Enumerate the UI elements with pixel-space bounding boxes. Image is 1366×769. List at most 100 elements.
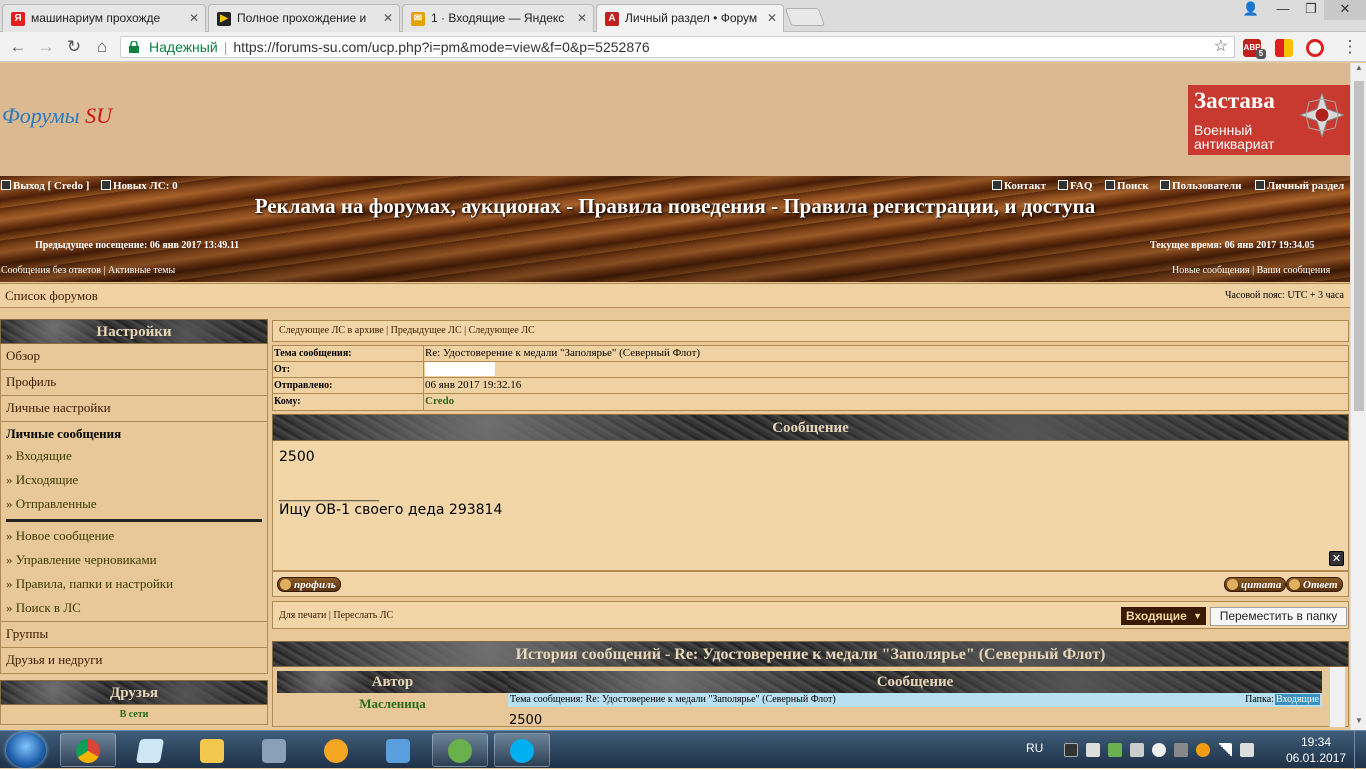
close-icon[interactable]: ✕	[383, 11, 393, 25]
close-icon[interactable]: ✕	[767, 11, 777, 25]
url-bar[interactable]: Надежный | https://forums-su.com/ucp.php?i…	[120, 36, 1235, 58]
lock-icon	[129, 41, 139, 53]
chrome-taskbar-button[interactable]	[60, 733, 116, 767]
reload-icon[interactable]: ↻	[64, 37, 84, 57]
friends-heading: Друзья	[0, 680, 268, 705]
pm-navigation[interactable]: Следующее ЛС в архиве | Предыдущее ЛС | …	[272, 320, 1349, 342]
sent-value: 06 янв 2017 19:32.16	[425, 379, 522, 391]
tray-expand-icon[interactable]	[1086, 743, 1100, 757]
menu-icon[interactable]: ⋮	[1340, 37, 1360, 57]
network-taskbar-button[interactable]	[246, 733, 302, 767]
skype-icon	[510, 739, 534, 763]
ad-line1: Военный	[1194, 122, 1253, 138]
start-button[interactable]	[6, 732, 46, 768]
page-scrollbar[interactable]: ▲ ▼	[1350, 63, 1366, 730]
new-tab-button[interactable]	[784, 8, 826, 26]
scroll-thumb[interactable]	[1354, 81, 1364, 411]
tab-3[interactable]: ✉ 1 · Входящие — Яндекс ✕	[402, 4, 594, 32]
tray-app-icon[interactable]	[1064, 743, 1078, 757]
breadcrumb[interactable]: Список форумов	[5, 288, 98, 304]
history-scrollbar[interactable]	[1329, 667, 1345, 727]
print-forward-links[interactable]: Для печати | Переслать ЛС	[279, 610, 393, 621]
target-extension-icon[interactable]	[1306, 39, 1324, 57]
members-link[interactable]: Пользователи	[1160, 180, 1241, 192]
tab-title: Полное прохождение и	[237, 11, 367, 25]
notepad-taskbar-button[interactable]	[122, 733, 178, 767]
table-row: От:	[273, 362, 1348, 378]
sidebar-item-profile[interactable]: Профиль	[0, 370, 268, 396]
home-icon[interactable]: ⌂	[92, 37, 112, 57]
user-icon[interactable]: 👤	[1236, 0, 1266, 20]
tray-cloud-icon[interactable]	[1152, 743, 1166, 757]
scroll-down-icon[interactable]: ▼	[1351, 716, 1366, 730]
clock[interactable]: 19:34 06.01.2017	[1286, 734, 1346, 766]
unanswered-active-links[interactable]: Сообщения без ответов | Активные темы	[1, 265, 175, 276]
recipient-link[interactable]: Credo	[425, 395, 454, 407]
new-own-posts-links[interactable]: Новые сообщения | Ваши сообщения	[1172, 265, 1330, 276]
friends-panel: Друзья В сети	[0, 680, 268, 725]
tray-utorrent-icon[interactable]	[1108, 743, 1122, 757]
ucp-link[interactable]: Личный раздел	[1255, 180, 1344, 192]
from-value[interactable]	[425, 362, 495, 376]
scroll-up-icon[interactable]: ▲	[1351, 63, 1366, 77]
sidebar-item-pm-search[interactable]: » Поиск в ЛС	[6, 597, 262, 621]
ad-line2: антиквариат	[1194, 136, 1275, 152]
mail-taskbar-button[interactable]	[308, 733, 364, 767]
tray-orange-icon[interactable]	[1196, 743, 1210, 757]
faq-link[interactable]: FAQ	[1058, 180, 1092, 192]
tab-1[interactable]: Я машинариум прохожде ✕	[2, 4, 206, 32]
minimize-icon[interactable]: —	[1268, 0, 1298, 20]
sidebar-item-sent[interactable]: » Отправленные	[6, 493, 262, 517]
logout-link[interactable]: Выход [ Credo ]	[1, 180, 89, 192]
restore-icon[interactable]: ❐	[1296, 0, 1326, 20]
last-visit: Предыдущее посещение: 06 янв 2017 13:49.…	[35, 240, 240, 251]
show-desktop-button[interactable]	[1354, 731, 1366, 769]
tab-4-active[interactable]: A Личный раздел • Форум ✕	[596, 4, 784, 33]
reply-button[interactable]: Ответ	[1286, 577, 1343, 592]
profile-button[interactable]: профиль	[277, 577, 341, 592]
signal-icon[interactable]	[1218, 743, 1232, 757]
tray-monitor-icon[interactable]	[1174, 743, 1188, 757]
header-title[interactable]: Реклама на форумах, аукционах - Правила …	[0, 194, 1350, 219]
tab-2[interactable]: ▶ Полное прохождение и ✕	[208, 4, 400, 32]
sidebar-pm-title[interactable]: Личные сообщения	[6, 425, 262, 445]
sidebar-item-overview[interactable]: Обзор	[0, 344, 268, 370]
quote-button[interactable]: цитата	[1224, 577, 1287, 592]
close-window-icon[interactable]: ✕	[1324, 0, 1366, 20]
sidebar-item-outbox[interactable]: » Исходящие	[6, 469, 262, 493]
back-icon[interactable]: ←	[8, 37, 28, 57]
sidebar-item-groups[interactable]: Группы	[0, 622, 268, 648]
timezone: Часовой пояс: UTC + 3 часа	[1225, 290, 1344, 301]
contact-link[interactable]: Контакт	[992, 180, 1046, 192]
delete-icon[interactable]: ✕	[1329, 551, 1344, 566]
quote-label: цитата	[1241, 579, 1282, 591]
sidebar-item-drafts[interactable]: » Управление черновиками	[6, 549, 262, 573]
sidebar-item-prefs[interactable]: Личные настройки	[0, 396, 268, 422]
sidebar-item-options[interactable]: » Правила, папки и настройки	[6, 573, 262, 597]
sidebar-item-compose[interactable]: » Новое сообщение	[6, 525, 262, 549]
close-icon[interactable]: ✕	[189, 11, 199, 25]
language-indicator[interactable]: RU	[1026, 741, 1043, 755]
tray-usb-icon[interactable]	[1130, 743, 1144, 757]
history-author[interactable]: Масленица	[277, 693, 508, 712]
utorrent-taskbar-button[interactable]	[432, 733, 488, 767]
volume-icon[interactable]	[1240, 743, 1254, 757]
history-folder-link[interactable]: Входящие	[1274, 694, 1320, 705]
table-row: Тема сообщения: Re: Удостоверение к меда…	[273, 346, 1348, 362]
ad-banner[interactable]: Застава Военный антиквариат	[1188, 85, 1350, 155]
site-logo[interactable]: Форумы SU	[2, 103, 112, 129]
volume-app-taskbar-button[interactable]	[370, 733, 426, 767]
close-icon[interactable]: ✕	[577, 11, 587, 25]
new-pm-link[interactable]: Новых ЛС: 0	[101, 180, 178, 192]
folder-select[interactable]: Входящие ▼	[1121, 607, 1206, 625]
sidebar-item-friends[interactable]: Друзья и недруги	[0, 648, 268, 674]
forward-icon[interactable]: →	[36, 37, 56, 57]
explorer-taskbar-button[interactable]	[184, 733, 240, 767]
search-link[interactable]: Поиск	[1105, 180, 1149, 192]
skype-taskbar-button[interactable]	[494, 733, 550, 767]
bookmark-star-icon[interactable]: ☆	[1214, 37, 1228, 57]
sidebar-item-inbox[interactable]: » Входящие	[6, 445, 262, 469]
move-to-folder-button[interactable]: Переместить в папку	[1210, 607, 1347, 626]
folder-icon	[200, 739, 224, 763]
extension-icon[interactable]	[1275, 39, 1293, 57]
